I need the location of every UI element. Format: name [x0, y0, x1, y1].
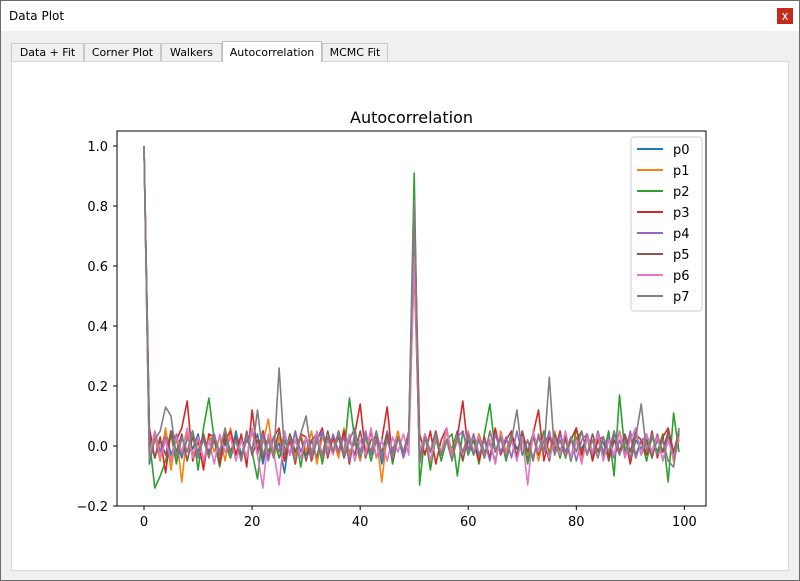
autocorrelation-chart: Autocorrelation 0 20 40 60 80 100 −0.2 0.0 0.2 0.4… [76, 108, 707, 530]
y-tick-label: −0.2 [76, 500, 108, 515]
series-line-p7 [143, 145, 680, 468]
tab-mcmc-fit[interactable]: MCMC Fit [322, 43, 388, 61]
y-tick-label: 1.0 [87, 140, 108, 155]
y-tick-label: 0.4 [87, 320, 108, 335]
x-tick-label: 40 [352, 515, 369, 530]
y-tick-label: 0.0 [87, 440, 108, 455]
tab-data-fit[interactable]: Data + Fit [11, 43, 84, 61]
legend-box [630, 136, 703, 312]
legend-label-p4: p4 [673, 227, 690, 242]
legend-label-p2: p2 [673, 185, 690, 200]
y-tick-label: 0.2 [87, 380, 108, 395]
legend-label-p6: p6 [673, 269, 690, 284]
x-tick-label: 80 [568, 515, 585, 530]
legend-label-p5: p5 [673, 248, 690, 263]
x-tick-label: 100 [672, 515, 697, 530]
window-title: Data Plot [9, 9, 65, 23]
y-tick-label: 0.8 [87, 200, 108, 215]
tab-corner-plot[interactable]: Corner Plot [84, 43, 161, 61]
chart-title: Autocorrelation [350, 108, 473, 127]
close-button[interactable]: x [777, 8, 793, 24]
y-tick-label: 0.6 [87, 260, 108, 275]
tab-walkers[interactable]: Walkers [161, 43, 222, 61]
data-plot-window: Data Plot x Data + Fit Corner Plot Walke… [0, 0, 800, 581]
close-icon: x [781, 9, 789, 23]
legend-label-p1: p1 [673, 164, 690, 179]
tab-autocorrelation[interactable]: Autocorrelation [222, 41, 322, 62]
x-tick-label: 60 [460, 515, 477, 530]
legend-label-p0: p0 [673, 143, 690, 158]
tab-pane-autocorrelation: Autocorrelation 0 20 40 60 80 100 −0.2 0.0 0.2 0.4… [11, 61, 789, 571]
legend-label-p7: p7 [673, 290, 690, 305]
x-tick-label: 20 [244, 515, 261, 530]
title-bar: Data Plot x [1, 1, 799, 31]
legend-label-p3: p3 [673, 206, 690, 221]
x-tick-label: 0 [140, 515, 148, 530]
